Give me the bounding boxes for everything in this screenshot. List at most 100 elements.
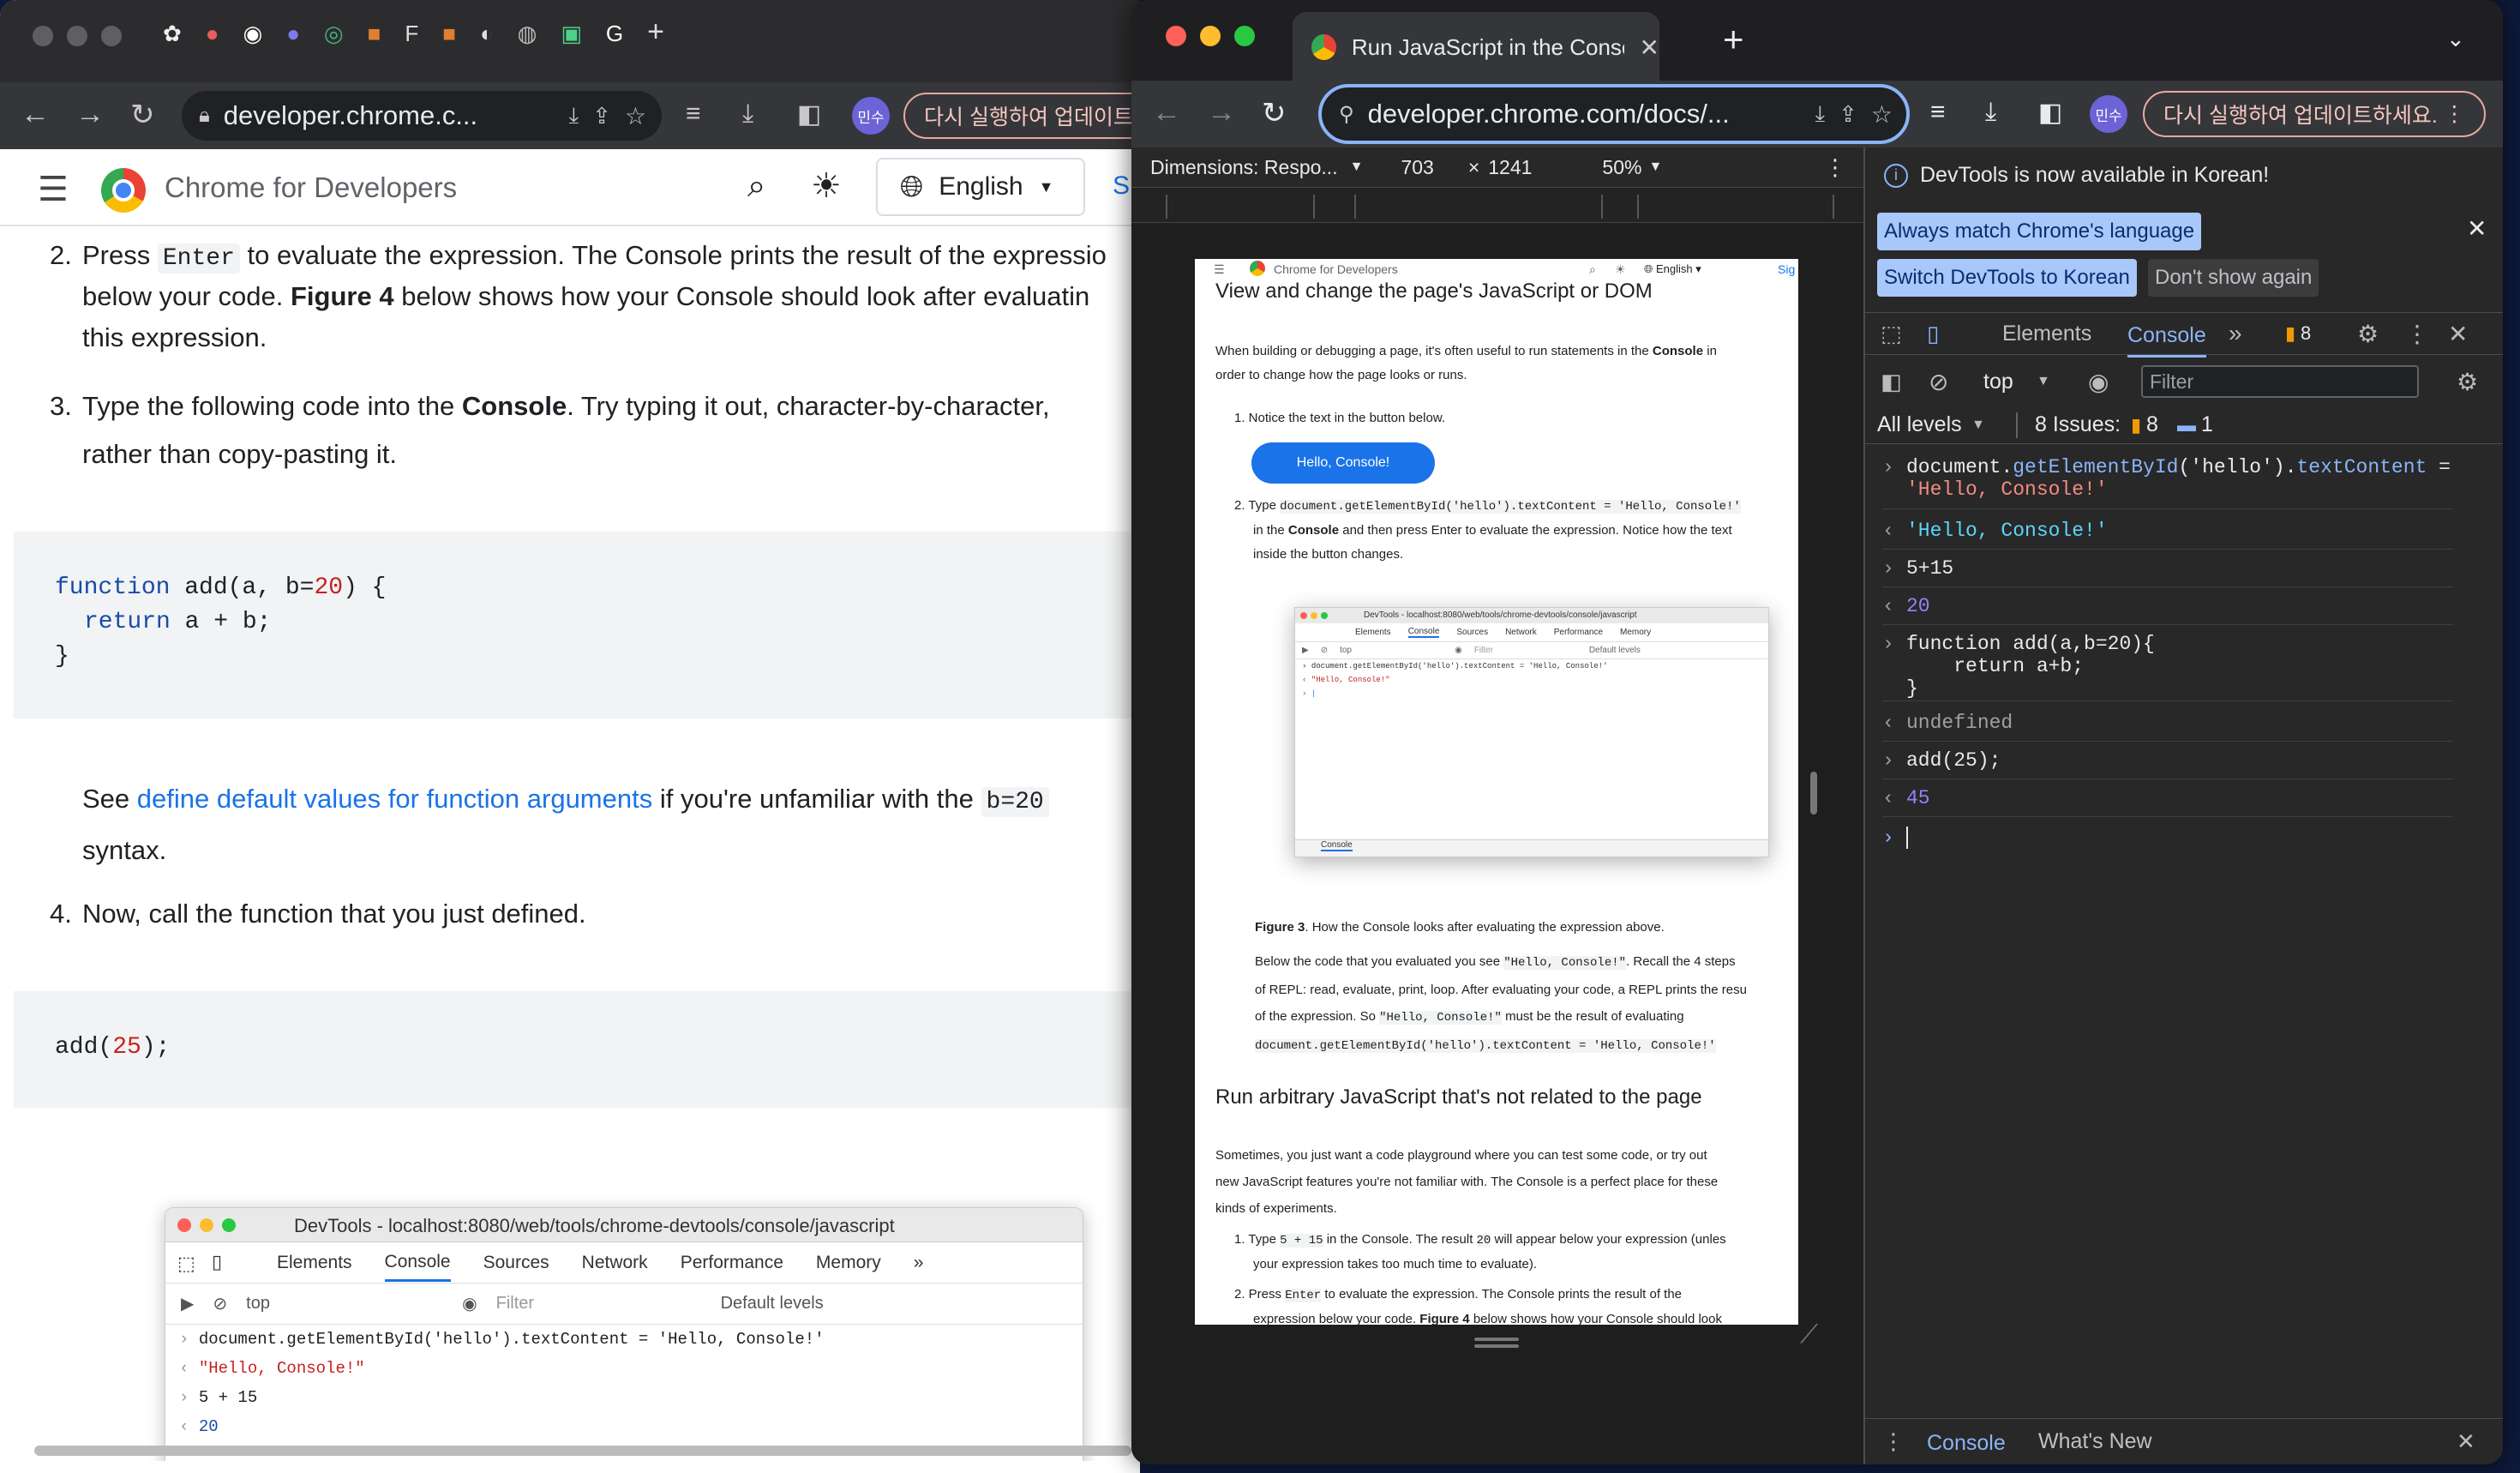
warning-badge-icon[interactable]: ▮ bbox=[2285, 322, 2295, 345]
forward-arrow-icon[interactable]: → bbox=[75, 98, 105, 131]
sidepanel-icon[interactable]: ◧ bbox=[797, 99, 821, 129]
drawer-menu-icon[interactable]: ⋮ bbox=[1882, 1428, 1905, 1455]
relaunch-button[interactable]: 다시 실행하여 업데이트하세요. ⋮ bbox=[2143, 91, 2486, 137]
issues-count[interactable]: 8 bbox=[2301, 322, 2311, 345]
close-devtools-icon[interactable]: ✕ bbox=[2448, 320, 2468, 348]
star-icon[interactable]: ☆ bbox=[1871, 100, 1893, 129]
minimize-dot[interactable] bbox=[67, 26, 87, 46]
close-drawer-icon[interactable]: ✕ bbox=[2457, 1428, 2475, 1455]
always-match-button[interactable]: Always match Chrome's language bbox=[1877, 213, 2202, 250]
forward-arrow-icon[interactable]: → bbox=[1207, 96, 1236, 129]
tab-icon-4[interactable]: ● bbox=[286, 21, 300, 49]
context-select[interactable]: top bbox=[1983, 370, 2013, 394]
issues-label[interactable]: 8 Issues: bbox=[2035, 412, 2121, 437]
settings-gear-icon[interactable]: ⚙ bbox=[2357, 320, 2379, 348]
more-vert-icon[interactable]: ⋮ bbox=[2444, 101, 2465, 127]
horizontal-scrollbar[interactable] bbox=[34, 1446, 1131, 1456]
dont-show-button[interactable]: Don't show again bbox=[2148, 259, 2319, 297]
close-dot[interactable] bbox=[33, 26, 53, 46]
download-icon[interactable]: ⤓ bbox=[1985, 98, 1996, 127]
sim-language[interactable]: 🌐︎ English ▾ bbox=[1644, 262, 1701, 276]
zoom-dot[interactable] bbox=[101, 26, 122, 46]
switch-korean-button[interactable]: Switch DevTools to Korean bbox=[1877, 259, 2137, 297]
right-address-bar[interactable]: ⚲ developer.chrome.com/docs/... ⤓ ⇪ ☆ bbox=[1318, 84, 1910, 144]
tab-icon-8[interactable]: ■ bbox=[442, 21, 456, 49]
new-tab-icon[interactable]: + bbox=[1723, 19, 1744, 60]
avatar[interactable]: 민수 bbox=[852, 97, 890, 135]
tab-icon-11[interactable]: ▣ bbox=[561, 21, 582, 49]
zoom-select[interactable]: 50% bbox=[1602, 156, 1641, 179]
tab-icon-7[interactable]: F bbox=[405, 21, 418, 49]
tab-icon-10[interactable]: ◍ bbox=[518, 21, 537, 49]
zoom-dot[interactable] bbox=[1234, 26, 1255, 46]
dimensions-select[interactable]: Dimensions: Respo... bbox=[1150, 156, 1338, 179]
sidepanel-icon[interactable]: ◧ bbox=[2038, 98, 2062, 128]
active-tab[interactable]: Run JavaScript in the Console ✕ bbox=[1293, 12, 1659, 82]
inspect-icon[interactable]: ⬚ bbox=[1881, 321, 1902, 347]
drawer-tab-whats-new[interactable]: What's New bbox=[2038, 1429, 2152, 1454]
resize-corner-icon[interactable]: ⟋ bbox=[1800, 1320, 1818, 1350]
log-levels-select[interactable]: All levels bbox=[1877, 412, 1962, 437]
code-block-call[interactable]: add(25); bbox=[14, 991, 1140, 1108]
install-icon[interactable]: ⤓ bbox=[1815, 100, 1826, 128]
sim-theme-icon[interactable]: ☀ bbox=[1615, 262, 1626, 277]
back-arrow-icon[interactable]: ← bbox=[1152, 96, 1181, 129]
sim-sign-link[interactable]: Sig bbox=[1778, 262, 1795, 276]
language-select[interactable]: 🌐︎ English ▼ bbox=[876, 158, 1085, 216]
theme-toggle-icon[interactable]: ☀ bbox=[811, 166, 842, 206]
sim-site-name[interactable]: Chrome for Developers bbox=[1274, 262, 1398, 276]
install-icon[interactable]: ⤓ bbox=[569, 102, 579, 129]
star-icon[interactable]: ☆ bbox=[625, 102, 646, 130]
resize-handle-right[interactable] bbox=[1810, 772, 1817, 815]
google-icon[interactable]: G bbox=[606, 21, 623, 49]
download-icon[interactable]: ⤓ bbox=[742, 99, 753, 129]
tab-console[interactable]: Console bbox=[2127, 323, 2206, 358]
chrome-logo-icon[interactable] bbox=[101, 168, 146, 213]
share-icon[interactable]: ⇪ bbox=[592, 103, 611, 129]
more-tabs-icon[interactable]: » bbox=[2229, 320, 2242, 347]
tab-icon-6[interactable]: ■ bbox=[368, 21, 381, 49]
hamburger-menu-icon[interactable]: ☰ bbox=[38, 170, 69, 209]
reload-icon[interactable]: ↻ bbox=[1262, 96, 1287, 130]
address-text[interactable]: developer.chrome.c... bbox=[224, 100, 477, 131]
default-values-link[interactable]: define default values for function argum… bbox=[137, 784, 652, 814]
minimize-dot[interactable] bbox=[1200, 26, 1221, 46]
tab-icon-5[interactable]: ◎ bbox=[324, 21, 344, 49]
site-name[interactable]: Chrome for Developers bbox=[165, 171, 457, 204]
width-input[interactable]: 703 bbox=[1401, 156, 1433, 179]
hello-console-button[interactable]: Hello, Console! bbox=[1251, 442, 1435, 484]
back-arrow-icon[interactable]: ← bbox=[21, 98, 50, 131]
device-mode-icon[interactable]: ▯ bbox=[1927, 321, 1939, 347]
tab-search-icon[interactable]: ⌄ bbox=[2446, 26, 2465, 52]
reading-list-icon[interactable]: ≡ bbox=[1930, 98, 1946, 127]
tab-icon-2[interactable]: ● bbox=[206, 21, 219, 49]
height-input[interactable]: 1241 bbox=[1488, 156, 1532, 179]
new-tab-icon[interactable]: + bbox=[647, 15, 664, 49]
resize-handle-bottom[interactable] bbox=[1474, 1338, 1519, 1341]
reload-icon[interactable]: ↻ bbox=[130, 98, 155, 132]
github-icon[interactable]: ◉ bbox=[243, 21, 263, 49]
console-filter-input[interactable]: Filter bbox=[2141, 365, 2419, 398]
console-prompt[interactable]: › bbox=[1882, 827, 2453, 856]
reading-list-icon[interactable]: ≡ bbox=[686, 99, 701, 129]
drawer-tab-console[interactable]: Console bbox=[1927, 1431, 2006, 1464]
customize-more-icon[interactable]: ⋮ bbox=[2405, 320, 2429, 348]
console-settings-icon[interactable]: ⚙ bbox=[2457, 368, 2478, 396]
device-more-icon[interactable]: ⋮ bbox=[1824, 154, 1846, 181]
sim-search-icon[interactable]: ⌕ bbox=[1589, 262, 1596, 277]
live-expression-eye-icon[interactable]: ◉ bbox=[2088, 368, 2109, 396]
tab-close-icon[interactable]: ✕ bbox=[1640, 33, 1659, 62]
clear-console-icon[interactable]: ⊘ bbox=[1929, 368, 1948, 396]
close-dot[interactable] bbox=[1166, 26, 1186, 46]
close-notice-icon[interactable]: ✕ bbox=[2467, 214, 2487, 243]
search-icon[interactable]: ⌕ bbox=[747, 168, 765, 205]
left-address-bar[interactable]: 🔒︎ developer.chrome.c... ⤓ ⇪ ☆ bbox=[182, 91, 662, 141]
tab-icon-1[interactable]: ✿ bbox=[163, 21, 182, 49]
code-block-function[interactable]: function add(a, b=20) { return a + b; } bbox=[14, 532, 1140, 718]
avatar[interactable]: 민수 bbox=[2090, 95, 2127, 133]
share-icon[interactable]: ⇪ bbox=[1839, 101, 1857, 128]
address-text[interactable]: developer.chrome.com/docs/... bbox=[1368, 99, 1730, 129]
relaunch-button[interactable]: 다시 실행하여 업데이트 bbox=[903, 93, 1140, 139]
sim-menu-icon[interactable]: ☰ bbox=[1214, 262, 1225, 277]
site-info-icon[interactable]: ⚲ bbox=[1339, 102, 1354, 127]
